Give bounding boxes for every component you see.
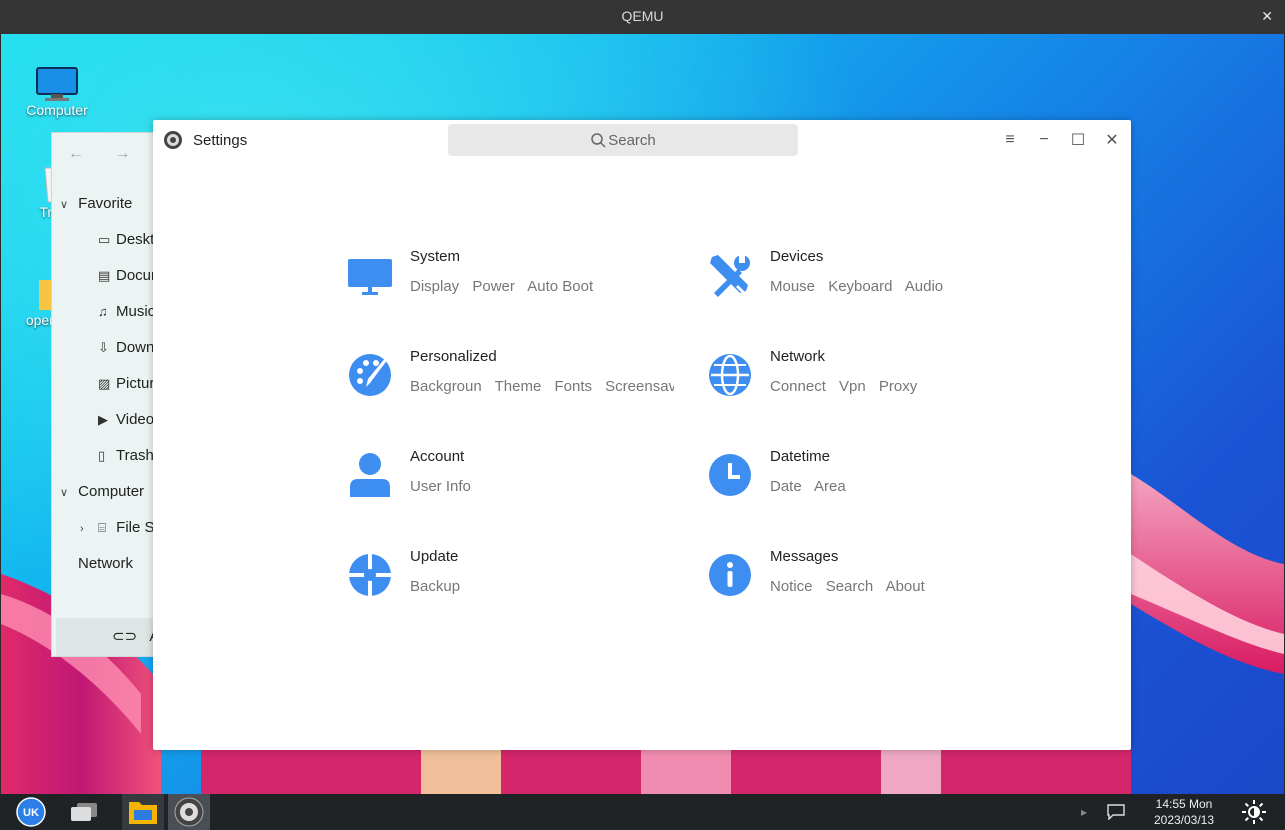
tools-icon <box>710 255 750 297</box>
clock-icon <box>709 454 751 496</box>
taskbar-clock[interactable]: 14:55 Mon 2023/03/13 <box>1140 796 1228 828</box>
folder-icon <box>129 802 157 824</box>
sub-backup[interactable]: Backup <box>410 578 460 595</box>
start-menu-icon: UK <box>16 797 46 827</box>
sub-keyboard[interactable]: Keyboard <box>828 278 892 295</box>
search-icon <box>591 133 606 148</box>
picture-icon: ▨ <box>98 376 111 391</box>
qemu-close-button[interactable]: ✕ <box>1261 0 1273 33</box>
toggle-icon: ⊂⊃ <box>112 628 138 645</box>
search-input[interactable]: Search <box>448 124 798 156</box>
sub-proxy[interactable]: Proxy <box>879 378 917 395</box>
chevron-right-icon: › <box>80 523 84 535</box>
settings-taskbar-button[interactable] <box>168 794 210 830</box>
sidebar-item-music[interactable]: ♫ Music <box>98 303 155 327</box>
sub-notice[interactable]: Notice <box>770 578 813 595</box>
svg-text:UK: UK <box>23 807 39 819</box>
sub-vpn[interactable]: Vpn <box>839 378 866 395</box>
sub-auto-boot[interactable]: Auto Boot <box>527 278 593 295</box>
sub-area[interactable]: Area <box>814 478 846 495</box>
drive-icon: ⌸ <box>98 520 106 535</box>
settings-window: Settings Search ≡ − ☐ ✕ System Display P… <box>153 120 1131 750</box>
info-icon <box>709 554 751 596</box>
sub-theme[interactable]: Theme <box>495 378 542 395</box>
taskbar: UK ▸ 14:55 Mon 2023/03/13 <box>0 794 1285 830</box>
monitor-icon <box>36 67 78 101</box>
settings-title: Settings <box>193 132 248 149</box>
sidebar-item-trash[interactable]: ▯ Trash <box>98 447 154 471</box>
menu-button[interactable]: ≡ <box>998 128 1022 152</box>
document-icon: ▤ <box>98 268 111 283</box>
desktop-icon-label: Computer <box>26 102 88 118</box>
sub-display[interactable]: Display <box>410 278 459 295</box>
minimize-button[interactable]: − <box>1032 128 1056 152</box>
close-button[interactable]: ✕ <box>1100 128 1124 152</box>
category-devices[interactable]: Devices Mouse Keyboard Audio <box>708 248 1038 308</box>
multitask-icon <box>71 803 97 821</box>
update-icon <box>348 553 392 597</box>
chevron-down-icon: ∨ <box>60 487 69 499</box>
sub-background[interactable]: Backgroun <box>410 378 482 395</box>
download-icon: ⇩ <box>98 340 109 355</box>
file-manager-taskbar-button[interactable] <box>122 794 164 830</box>
sidebar-section-computer[interactable]: ∨ Computer <box>60 483 144 507</box>
category-network[interactable]: Network Connect Vpn Proxy <box>708 348 1038 408</box>
sidebar-section-network[interactable]: Network <box>78 555 133 579</box>
sub-date[interactable]: Date <box>770 478 802 495</box>
category-messages[interactable]: Messages Notice Search About <box>708 548 1038 608</box>
sub-about[interactable]: About <box>886 578 925 595</box>
category-account[interactable]: Account User Info <box>348 448 678 508</box>
desktop-icon-computer[interactable]: Computer <box>12 54 102 118</box>
globe-icon <box>709 354 751 396</box>
settings-gear-icon <box>164 131 182 149</box>
category-update[interactable]: Update Backup <box>348 548 678 608</box>
video-icon: ▶ <box>98 412 108 427</box>
sub-mouse[interactable]: Mouse <box>770 278 815 295</box>
qemu-titlebar: QEMU ✕ <box>0 0 1285 34</box>
category-system[interactable]: System Display Power Auto Boot <box>348 248 678 308</box>
desktop-icon: ▭ <box>98 232 111 247</box>
chat-bubble-icon <box>1107 804 1125 820</box>
palette-icon <box>349 354 391 396</box>
user-icon <box>350 453 390 497</box>
category-datetime[interactable]: Datetime Date Area <box>708 448 1038 508</box>
brightness-icon <box>1242 800 1266 824</box>
tray-expand-icon[interactable]: ▸ <box>1076 794 1092 830</box>
night-mode-button[interactable] <box>1236 794 1272 830</box>
trash-icon: ▯ <box>98 448 106 463</box>
category-personalized[interactable]: Personalized Backgroun Theme Fonts Scree… <box>348 348 678 408</box>
qemu-title: QEMU <box>621 8 664 24</box>
clock-date: 2023/03/13 <box>1153 813 1215 827</box>
sub-fonts[interactable]: Fonts <box>554 378 592 395</box>
sub-screensaver[interactable]: Screensave <box>605 378 674 395</box>
notification-button[interactable] <box>1104 794 1128 830</box>
maximize-button[interactable]: ☐ <box>1066 128 1090 152</box>
monitor-icon <box>348 259 392 295</box>
nav-back-button[interactable]: ← <box>68 145 84 162</box>
clock-time: 14:55 Mon <box>1155 797 1213 811</box>
sub-connect[interactable]: Connect <box>770 378 826 395</box>
search-placeholder: Search <box>608 131 656 149</box>
music-icon: ♫ <box>98 304 108 319</box>
sub-power[interactable]: Power <box>472 278 515 295</box>
nav-forward-button[interactable]: → <box>114 145 130 162</box>
sub-user-info[interactable]: User Info <box>410 478 471 495</box>
sub-search[interactable]: Search <box>826 578 874 595</box>
chevron-down-icon: ∨ <box>60 199 69 211</box>
multitask-view-button[interactable] <box>64 794 104 830</box>
sidebar-section-favorite[interactable]: ∨ Favorite <box>60 195 132 219</box>
sub-audio[interactable]: Audio <box>905 278 943 295</box>
start-menu-button[interactable]: UK <box>12 794 50 830</box>
settings-gear-icon <box>174 797 204 827</box>
